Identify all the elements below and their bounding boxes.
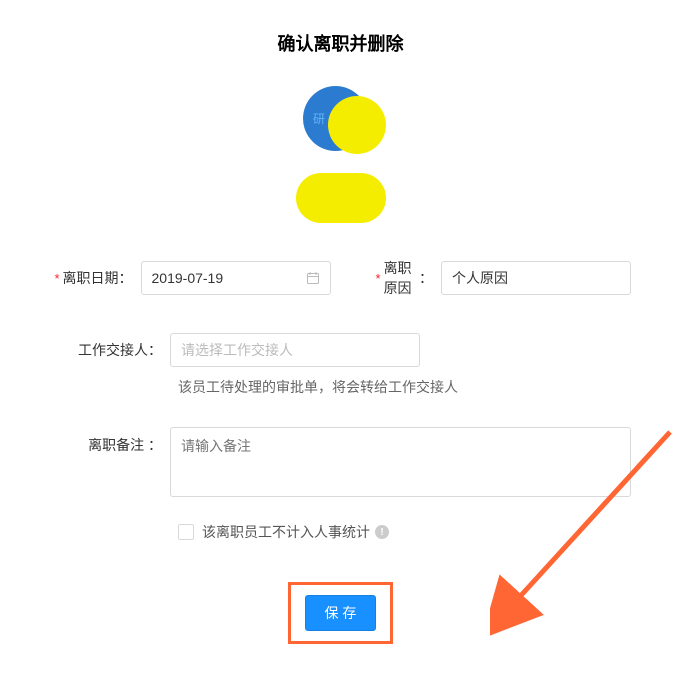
dialog-title: 确认离职并删除 — [50, 30, 631, 56]
colon: ： — [119, 268, 133, 288]
required-asterisk: * — [376, 271, 381, 286]
resign-date-label-group: * 离职日期 ： — [50, 268, 141, 288]
avatar-overlay — [328, 96, 386, 154]
colon: ： — [148, 437, 162, 453]
info-icon[interactable]: ! — [375, 525, 389, 539]
remark-label: 离职备注 — [88, 437, 144, 453]
save-button[interactable]: 保 存 — [305, 595, 377, 631]
resign-date-input[interactable]: 2019-07-19 — [141, 261, 331, 295]
resign-reason-value: 个人原因 — [452, 268, 508, 288]
handover-input[interactable]: 请选择工作交接人 — [170, 333, 420, 367]
remark-label-group: 离职备注 ： — [50, 427, 170, 455]
colon: ： — [419, 268, 433, 288]
row-remark: 离职备注 ： — [50, 427, 631, 497]
avatar: 研 — [303, 86, 378, 161]
resign-reason-label-group: * 离职原因 ： — [376, 258, 442, 298]
calendar-icon — [306, 271, 320, 285]
row-checkbox: 该离职员工不计入人事统计 ! — [178, 522, 631, 542]
exclude-stats-label: 该离职员工不计入人事统计 — [202, 522, 370, 542]
handover-placeholder: 请选择工作交接人 — [181, 340, 293, 360]
colon: ： — [148, 340, 162, 360]
name-pill — [296, 173, 386, 223]
handover-label-group: 工作交接人 ： — [50, 340, 170, 360]
avatar-section: 研 — [50, 86, 631, 223]
exclude-stats-checkbox[interactable] — [178, 524, 194, 540]
save-button-highlight-frame: 保 存 — [288, 582, 394, 644]
row-date-reason: * 离职日期 ： 2019-07-19 * 离职原因 ： 个人原因 — [50, 258, 631, 298]
resign-date-value: 2019-07-19 — [152, 270, 224, 286]
remark-textarea[interactable] — [170, 427, 631, 497]
handover-label: 工作交接人 — [78, 340, 148, 360]
row-handover: 工作交接人 ： 请选择工作交接人 — [50, 333, 631, 367]
button-row: 保 存 — [50, 582, 631, 644]
resign-date-label: 离职日期 — [63, 268, 119, 288]
resign-reason-select[interactable]: 个人原因 — [441, 261, 631, 295]
resign-reason-label: 离职原因 — [384, 258, 419, 298]
required-asterisk: * — [54, 271, 59, 286]
handover-help-text: 该员工待处理的审批单，将会转给工作交接人 — [178, 377, 631, 397]
form: * 离职日期 ： 2019-07-19 * 离职原因 ： 个人原因 — [50, 258, 631, 644]
